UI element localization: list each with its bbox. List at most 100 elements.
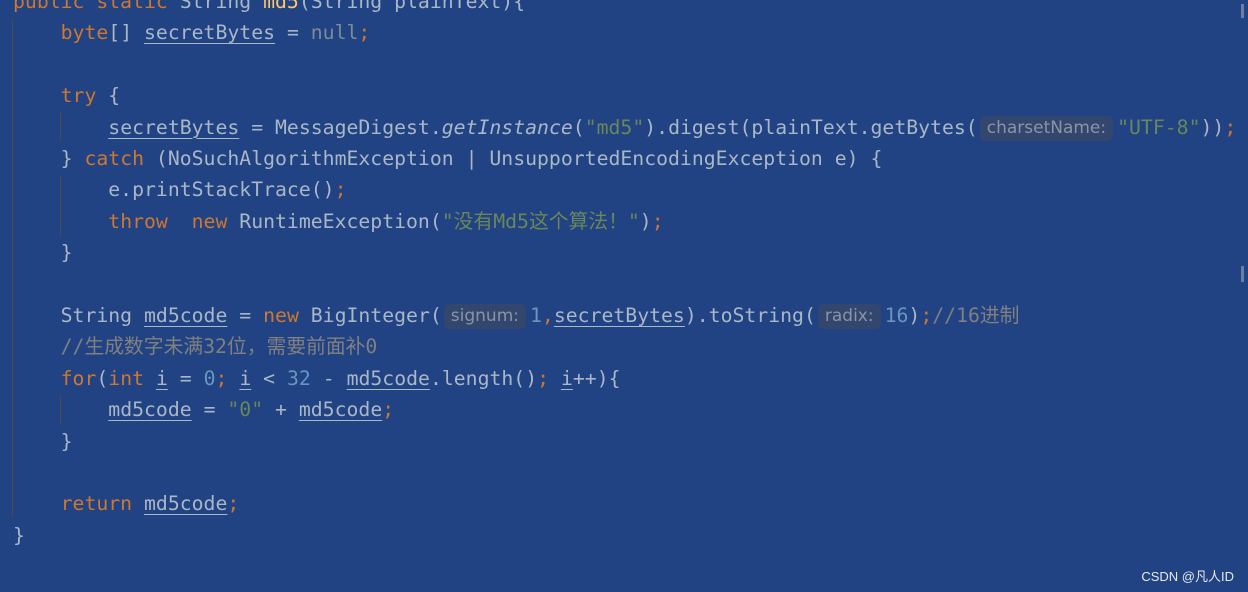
code-line[interactable]: public static String md5(String plainTex… xyxy=(13,0,525,17)
code-token: = xyxy=(275,21,311,45)
code-token: } xyxy=(13,241,73,265)
code-token: = xyxy=(167,366,204,390)
code-token: ; xyxy=(537,366,561,390)
code-line[interactable]: } xyxy=(13,237,73,268)
code-token: md5code xyxy=(144,304,228,327)
code-token: = xyxy=(191,398,228,422)
code-line[interactable]: try { xyxy=(13,80,121,111)
code-token: 0 xyxy=(203,366,216,390)
code-token: 1 xyxy=(530,304,542,327)
code-token: { xyxy=(96,84,121,108)
code-token: int xyxy=(108,366,156,390)
code-token: md5code xyxy=(346,366,430,390)
code-token: 16 xyxy=(884,304,909,327)
code-token: (String plainText){ xyxy=(298,0,526,13)
code-token: ; xyxy=(215,366,240,390)
code-line[interactable]: throw new RuntimeException("没有Md5这个算法！")… xyxy=(13,206,664,237)
code-token: secretBytes xyxy=(144,21,276,45)
code-token: i xyxy=(239,366,252,390)
code-token: ; xyxy=(382,398,395,422)
code-token: } xyxy=(13,147,85,170)
parameter-hint: charsetName: xyxy=(979,115,1114,141)
code-token: )) xyxy=(1200,115,1225,139)
code-token: "UTF-8" xyxy=(1117,115,1201,139)
code-line[interactable]: } catch (NoSuchAlgorithmException | Unsu… xyxy=(13,143,883,174)
code-token: //16进制 xyxy=(932,304,1020,327)
code-token: ; xyxy=(227,492,240,516)
code-token: BigInteger( xyxy=(310,304,442,327)
code-line[interactable]: e.printStackTrace(); xyxy=(13,174,346,205)
code-token: String xyxy=(179,0,264,13)
code-token: - xyxy=(310,366,347,390)
code-token: //生成数字未满32位，需要前面补0 xyxy=(60,335,378,359)
code-token: i xyxy=(560,366,573,390)
code-token: , xyxy=(541,304,554,327)
watermark: CSDN @凡人ID xyxy=(1141,569,1234,584)
code-token: null xyxy=(310,21,359,45)
code-line[interactable]: for(int i = 0; i < 32 - md5code.length()… xyxy=(13,363,621,394)
code-token: (NoSuchAlgorithmException | UnsupportedE… xyxy=(144,147,883,170)
code-token: ; xyxy=(651,209,664,233)
code-token: + xyxy=(263,398,299,422)
code-token: 32 xyxy=(287,366,311,390)
code-line[interactable]: } xyxy=(13,520,25,551)
scrollbar-marker[interactable] xyxy=(1241,4,1244,18)
code-token: String xyxy=(13,304,145,327)
code-token: ; xyxy=(334,178,347,202)
code-token: ++){ xyxy=(572,366,621,390)
code-token: new xyxy=(263,304,311,327)
code-token: try xyxy=(60,84,97,108)
code-token: ; xyxy=(1224,115,1237,139)
code-token: byte xyxy=(60,21,109,45)
code-token: ; xyxy=(358,21,371,45)
code-line[interactable]: String md5code = new BigInteger(signum: 1… xyxy=(13,300,1019,331)
code-token: secretBytes xyxy=(553,304,685,327)
code-token: ( xyxy=(96,366,109,390)
code-token: } xyxy=(13,429,73,453)
code-line[interactable]: md5code = "0" + md5code; xyxy=(13,394,394,425)
code-token: ).digest(plainText.getBytes( xyxy=(644,115,978,139)
code-token: < xyxy=(251,366,287,390)
code-token: } xyxy=(13,523,25,547)
code-token: ).toString( xyxy=(684,304,816,327)
code-token: md5code xyxy=(144,492,228,516)
code-line[interactable]: } xyxy=(13,426,73,457)
code-token: return xyxy=(60,492,145,516)
code-token: public static xyxy=(13,0,180,13)
code-token: secretBytes xyxy=(108,115,240,139)
code-editor[interactable]: public static String md5(String plainTex… xyxy=(0,0,1248,592)
code-token: getInstance xyxy=(441,115,573,139)
code-token: "没有Md5这个算法！" xyxy=(441,209,640,233)
code-token: [] xyxy=(108,21,145,45)
code-token: RuntimeException( xyxy=(239,209,442,233)
code-token: catch xyxy=(84,147,145,170)
scrollbar-marker[interactable] xyxy=(1241,266,1244,282)
code-token: md5 xyxy=(263,0,299,13)
code-token: for xyxy=(60,366,97,390)
code-line[interactable]: byte[] secretBytes = null; xyxy=(13,17,371,48)
code-token: .length() xyxy=(429,366,538,390)
code-token: = MessageDigest. xyxy=(239,115,442,139)
code-token: "0" xyxy=(227,398,264,422)
parameter-hint: radix: xyxy=(817,304,881,329)
code-line[interactable]: secretBytes = MessageDigest.getInstance(… xyxy=(13,112,1236,143)
code-token: ; xyxy=(920,304,933,327)
code-token: ) xyxy=(639,209,652,233)
code-token: md5code xyxy=(298,398,383,422)
parameter-hint: signum: xyxy=(443,304,526,329)
code-line[interactable]: return md5code; xyxy=(13,488,240,519)
code-token: = xyxy=(227,304,264,327)
code-line[interactable]: //生成数字未满32位，需要前面补0 xyxy=(13,331,378,362)
code-token: md5code xyxy=(108,398,192,422)
code-token: i xyxy=(155,366,168,390)
code-token: "md5" xyxy=(584,115,645,139)
code-token: throw new xyxy=(108,209,240,233)
